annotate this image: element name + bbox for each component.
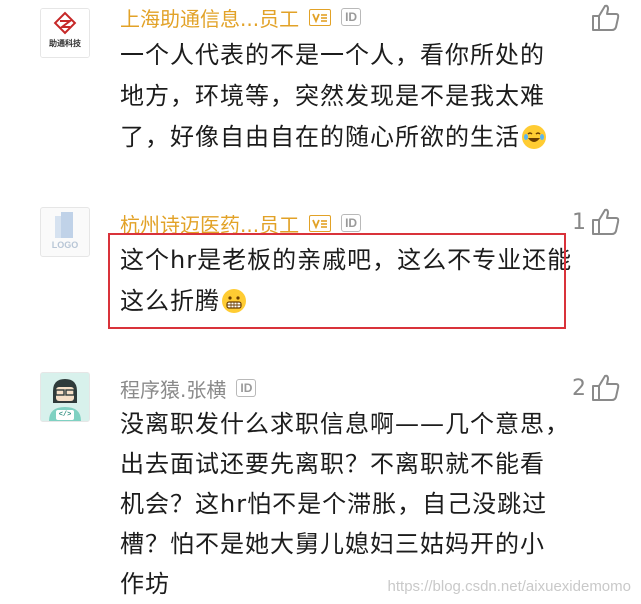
like-button[interactable]: 2 — [572, 374, 621, 402]
author-name[interactable]: 程序猿.张横 — [120, 374, 226, 403]
comment-line: 地方，环境等，突然发现是不是我太难 — [120, 82, 545, 110]
comment-line-wrap: 了，好像自由自在的随心所欲的生活 — [120, 117, 580, 158]
avatar[interactable]: LOGO — [40, 207, 90, 257]
avatar[interactable]: 助通科技 — [40, 8, 90, 58]
laughing-emoji-icon — [522, 125, 546, 149]
verified-badge-icon — [309, 8, 332, 26]
avatar-label: 助通科技 — [49, 39, 81, 48]
verified-badge-icon — [309, 214, 332, 232]
comment-text: 没离职发什么求职信息啊——几个意思， 出去面试还要先离职？不离职就不能看 机会？… — [120, 404, 580, 604]
company-logo-icon — [41, 9, 89, 57]
thumbs-up-icon — [592, 4, 620, 31]
like-count: 2 — [572, 375, 586, 401]
author-name[interactable]: 上海助通信息...员工 — [120, 3, 299, 32]
id-badge: ID — [341, 8, 362, 26]
highlight-box — [108, 233, 566, 329]
avatar[interactable]: </> — [40, 372, 90, 422]
like-count: 1 — [572, 209, 586, 235]
comment-line: 一个人代表的不是一个人，看你所处的 — [120, 41, 545, 69]
like-button[interactable] — [591, 4, 621, 32]
like-button[interactable]: 1 — [572, 208, 621, 236]
comment-line: 机会？这hr怕不是个滞胀，自己没跳过 — [120, 490, 548, 518]
id-badge: ID — [341, 214, 362, 232]
comment-line: 了，好像自由自在的随心所欲的生活 — [120, 123, 520, 151]
comment-line: 没离职发什么求职信息啊——几个意思， — [120, 410, 570, 438]
id-badge: ID — [236, 379, 257, 397]
author-row: 上海助通信息...员工 ID — [120, 2, 362, 32]
thumbs-up-icon — [592, 208, 620, 235]
avatar-label: </> — [58, 411, 72, 419]
avatar-label: LOGO — [51, 240, 79, 250]
comment-line: 出去面试还要先离职？不离职就不能看 — [120, 450, 545, 478]
watermark: https://blog.csdn.net/aixuexidemomo — [387, 578, 631, 595]
thumbs-up-icon — [592, 374, 620, 401]
comment-text: 一个人代表的不是一个人，看你所处的 地方，环境等，突然发现是不是我太难 了，好像… — [120, 35, 580, 158]
author-row: 程序猿.张横 ID — [120, 373, 257, 403]
comment-line: 槽？怕不是她大舅儿媳妇三姑妈开的小 — [120, 530, 545, 558]
